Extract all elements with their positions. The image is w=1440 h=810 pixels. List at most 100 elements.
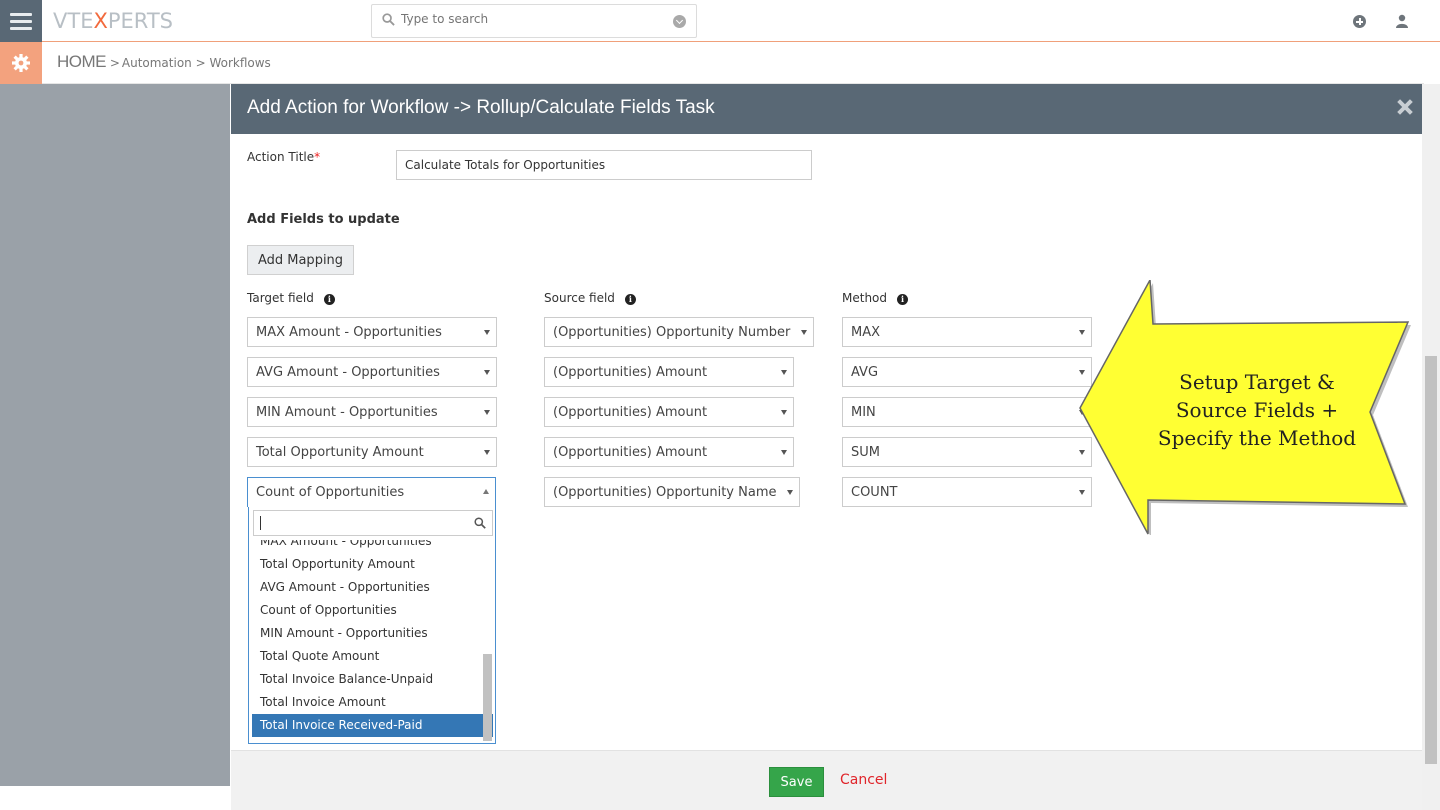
info-icon[interactable]: i <box>624 294 636 305</box>
target-field-header-text: Target field <box>247 291 314 305</box>
breadcrumb: HOME > Automation > Workflows <box>57 52 271 72</box>
callout-text: Setup Target & Source Fields + Specify t… <box>1148 368 1366 452</box>
fields-heading: Add Fields to update <box>247 212 400 227</box>
method-header: Method i <box>842 291 909 305</box>
method-select[interactable]: SUM <box>842 437 1092 467</box>
breadcrumb-home[interactable]: HOME <box>57 52 107 71</box>
source-field-header-text: Source field <box>544 291 615 305</box>
target-field-select[interactable]: MIN Amount - Opportunities <box>247 397 497 427</box>
source-field-header: Source field i <box>544 291 636 305</box>
required-marker: * <box>314 150 321 164</box>
logo-text-pre: VTE <box>53 9 94 33</box>
cancel-link[interactable]: Cancel <box>840 772 887 788</box>
caret-down-icon <box>484 330 490 335</box>
caret-down-icon <box>787 490 793 495</box>
breadcrumb-separator: > <box>191 56 210 70</box>
dropdown-option[interactable]: Total Invoice Amount <box>252 691 493 714</box>
caret-down-icon <box>781 410 787 415</box>
caret-down-icon <box>801 330 807 335</box>
user-icon[interactable] <box>1396 14 1408 28</box>
modal-header: Add Action for Workflow -> Rollup/Calcul… <box>231 84 1422 134</box>
logo-text-x: X <box>93 9 108 33</box>
method-select[interactable]: MAX <box>842 317 1092 347</box>
caret-down-icon <box>484 450 490 455</box>
add-icon[interactable] <box>1353 15 1366 28</box>
breadcrumb-bar: HOME > Automation > Workflows <box>0 42 1424 84</box>
callout-line: Setup Target & <box>1179 370 1335 394</box>
source-field-select[interactable]: (Opportunities) Opportunity Number <box>544 317 814 347</box>
search-icon <box>474 517 486 529</box>
method-select[interactable]: AVG <box>842 357 1092 387</box>
gear-icon <box>12 54 30 72</box>
page-bottom-strip <box>0 786 230 810</box>
save-button[interactable]: Save <box>769 767 824 797</box>
select-value: SUM <box>851 445 880 460</box>
callout-line: Source Fields + <box>1175 398 1339 422</box>
method-header-text: Method <box>842 291 888 305</box>
info-icon[interactable]: i <box>323 294 335 305</box>
select-value: MIN <box>851 405 876 420</box>
modal-footer: Save Cancel <box>231 750 1422 810</box>
dropdown-option[interactable]: Total Opportunity Amount <box>252 553 493 576</box>
action-title-label: Action Title* <box>247 150 320 164</box>
close-icon[interactable] <box>1396 98 1414 116</box>
search-icon <box>382 13 395 26</box>
target-field-select-open[interactable]: Count of Opportunities <box>247 477 496 507</box>
select-value: (Opportunities) Amount <box>553 405 708 420</box>
target-field-header: Target field i <box>247 291 335 305</box>
source-field-select[interactable]: (Opportunities) Amount <box>544 397 794 427</box>
global-search[interactable] <box>371 4 697 38</box>
dropdown-option[interactable]: Total Quote Amount <box>252 645 493 668</box>
dropdown-option[interactable]: MAX Amount - Opportunities <box>252 540 493 553</box>
left-panel-backdrop <box>0 84 230 786</box>
source-field-select[interactable]: (Opportunities) Amount <box>544 357 794 387</box>
dropdown-option-highlighted[interactable]: Total Invoice Received-Paid <box>252 714 493 737</box>
chevron-down-icon[interactable] <box>673 15 686 28</box>
breadcrumb-automation[interactable]: Automation <box>122 56 192 70</box>
settings-gear-button[interactable] <box>0 42 42 84</box>
caret-down-icon <box>781 370 787 375</box>
dropdown-option[interactable]: AVG Amount - Opportunities <box>252 576 493 599</box>
action-title-label-text: Action Title <box>247 150 315 164</box>
select-value: (Opportunities) Opportunity Number <box>553 325 791 340</box>
top-navbar: VTEXPERTS <box>0 0 1440 42</box>
target-field-dropdown: MAX Amount - Opportunities Total Opportu… <box>248 507 496 744</box>
dropdown-option[interactable]: Total Invoice Balance-Unpaid <box>252 668 493 691</box>
select-value: (Opportunities) Amount <box>553 445 708 460</box>
dropdown-search-input[interactable] <box>253 510 493 536</box>
page-scrollbar-thumb[interactable] <box>1425 356 1437 764</box>
method-select[interactable]: MIN <box>842 397 1092 427</box>
callout-line: Specify the Method <box>1157 426 1357 450</box>
dropdown-scrollbar-thumb[interactable] <box>483 654 492 741</box>
dropdown-options: MAX Amount - Opportunities Total Opportu… <box>252 540 493 741</box>
target-field-select[interactable]: Total Opportunity Amount <box>247 437 497 467</box>
target-field-select[interactable]: AVG Amount - Opportunities <box>247 357 497 387</box>
select-value: COUNT <box>851 485 898 500</box>
add-mapping-button[interactable]: Add Mapping <box>247 245 354 275</box>
source-field-select[interactable]: (Opportunities) Amount <box>544 437 794 467</box>
select-value: MIN Amount - Opportunities <box>256 405 438 420</box>
method-select[interactable]: COUNT <box>842 477 1092 507</box>
logo[interactable]: VTEXPERTS <box>53 9 173 33</box>
source-field-select[interactable]: (Opportunities) Opportunity Name <box>544 477 800 507</box>
breadcrumb-workflows[interactable]: Workflows <box>209 56 270 70</box>
caret-down-icon <box>781 450 787 455</box>
modal-title: Add Action for Workflow -> Rollup/Calcul… <box>247 97 715 118</box>
select-value: MAX <box>851 325 881 340</box>
select-value: (Opportunities) Opportunity Name <box>553 485 777 500</box>
target-field-select[interactable]: MAX Amount - Opportunities <box>247 317 497 347</box>
text-cursor <box>260 516 261 530</box>
caret-down-icon <box>484 410 490 415</box>
info-icon[interactable]: i <box>897 294 909 305</box>
select-value: AVG Amount - Opportunities <box>256 365 440 380</box>
select-value: MAX Amount - Opportunities <box>256 325 442 340</box>
caret-down-icon <box>484 370 490 375</box>
dropdown-option[interactable]: Count of Opportunities <box>252 599 493 622</box>
select-value: (Opportunities) Amount <box>553 365 708 380</box>
search-input[interactable] <box>401 12 671 26</box>
dropdown-option[interactable]: MIN Amount - Opportunities <box>252 622 493 645</box>
select-value: Total Opportunity Amount <box>256 445 424 460</box>
menu-icon[interactable] <box>0 0 42 42</box>
action-title-input[interactable]: Calculate Totals for Opportunities <box>396 150 812 180</box>
page-scrollbar[interactable] <box>1422 84 1440 810</box>
